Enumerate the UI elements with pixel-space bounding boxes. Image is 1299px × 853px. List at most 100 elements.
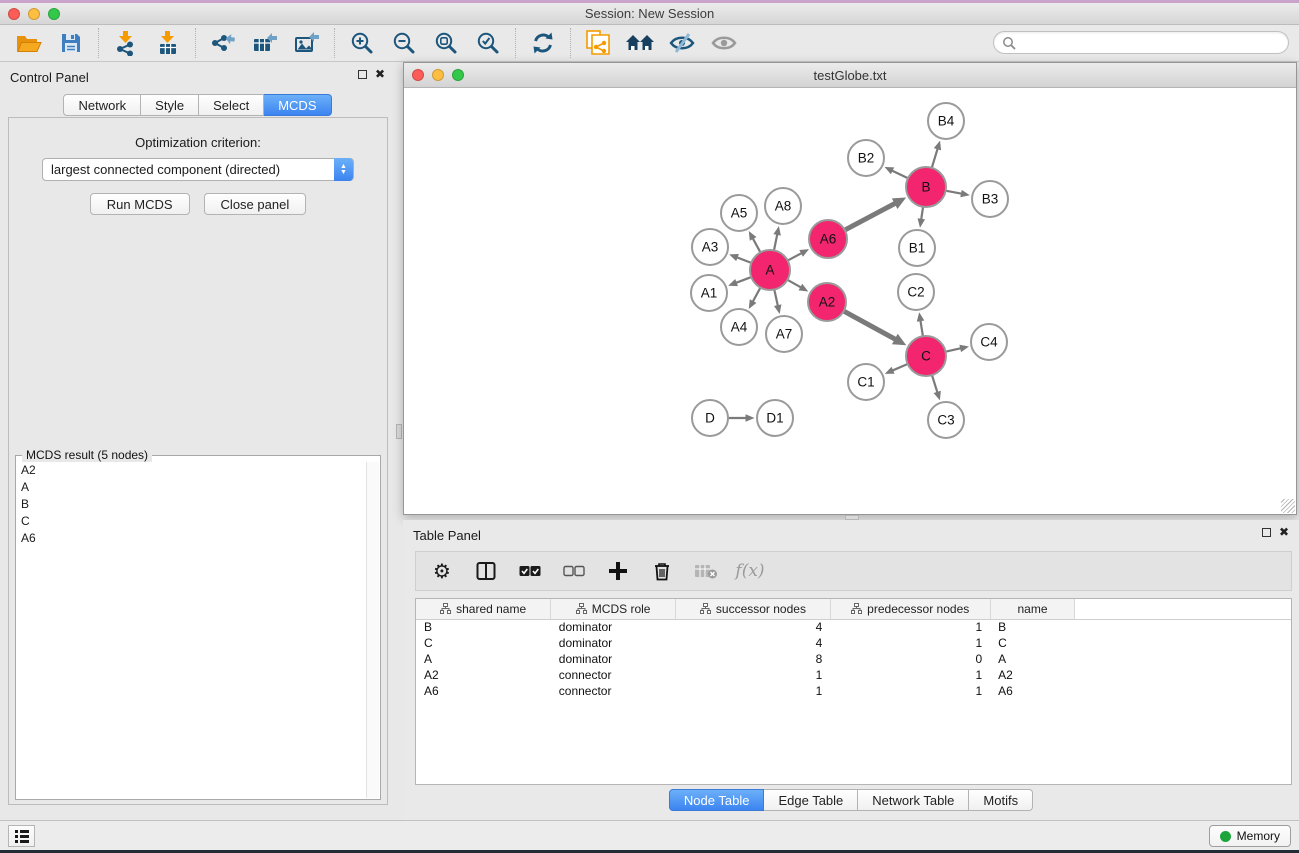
table-row[interactable]: A2connector11A2 xyxy=(416,667,1291,683)
search-input[interactable] xyxy=(1016,36,1266,50)
graph-edge-B-B2 xyxy=(891,170,908,178)
tab-style[interactable]: Style xyxy=(141,94,199,116)
mcds-result-item[interactable]: A2 xyxy=(17,462,365,479)
import-table-icon[interactable] xyxy=(153,28,183,58)
graph-edge-B-B1 xyxy=(921,207,923,221)
zoom-selected-icon[interactable] xyxy=(473,28,503,58)
destroy-table-icon[interactable] xyxy=(694,559,718,583)
dropdown-stepper-icon: ▲▼ xyxy=(334,158,353,181)
column-header-successor-nodes[interactable]: successor nodes xyxy=(676,599,831,619)
column-header-predecessor-nodes[interactable]: predecessor nodes xyxy=(830,599,990,619)
select-all-rows-icon[interactable] xyxy=(518,559,542,583)
tab-network[interactable]: Network xyxy=(63,94,141,116)
column-header-shared-name[interactable]: shared name xyxy=(416,599,551,619)
graph-edge-C-C1 xyxy=(891,364,907,371)
graph-edge-A-A1 xyxy=(735,277,752,283)
add-column-icon[interactable] xyxy=(606,559,630,583)
hide-selected-icon[interactable] xyxy=(667,28,697,58)
first-neighbors-icon[interactable] xyxy=(625,28,655,58)
show-all-icon[interactable] xyxy=(709,28,739,58)
graph-node-label: B2 xyxy=(858,151,875,166)
delete-columns-icon[interactable] xyxy=(650,559,674,583)
table-panel-title: Table Panel xyxy=(413,528,481,543)
float-panel-icon[interactable] xyxy=(358,70,367,79)
deselect-all-rows-icon[interactable] xyxy=(562,559,586,583)
control-panel-title: Control Panel xyxy=(10,70,89,85)
column-header-name[interactable]: name xyxy=(990,599,1075,619)
table-row[interactable]: Cdominator41C xyxy=(416,635,1291,651)
export-table-icon[interactable] xyxy=(250,28,280,58)
zoom-in-icon[interactable] xyxy=(347,28,377,58)
table-toolbar: ⚙ f(x) xyxy=(415,551,1292,591)
export-image-icon[interactable] xyxy=(292,28,322,58)
mcds-result-item[interactable]: C xyxy=(17,513,365,530)
table-row[interactable]: Bdominator41B xyxy=(416,619,1291,635)
criterion-dropdown[interactable]: largest connected component (directed) ▲… xyxy=(42,158,354,181)
float-table-panel-icon[interactable] xyxy=(1262,528,1271,537)
close-table-panel-icon[interactable]: ✖ xyxy=(1279,528,1289,537)
tab-mcds[interactable]: MCDS xyxy=(264,94,331,116)
memory-button[interactable]: Memory xyxy=(1209,825,1291,847)
open-session-icon[interactable] xyxy=(14,28,44,58)
graph-edge-A-A6 xyxy=(788,252,803,260)
table-row[interactable]: Adominator80A xyxy=(416,651,1291,667)
graph-node-label: C4 xyxy=(980,335,998,350)
mcds-result-item[interactable]: A xyxy=(17,479,365,496)
close-panel-icon[interactable]: ✖ xyxy=(375,70,385,79)
session-title: Session: New Session xyxy=(0,6,1299,21)
column-header-mcds-role[interactable]: MCDS role xyxy=(551,599,676,619)
save-session-icon[interactable] xyxy=(56,28,86,58)
zoom-out-icon[interactable] xyxy=(389,28,419,58)
export-network-icon[interactable] xyxy=(208,28,238,58)
mcds-panel: Optimization criterion: largest connecte… xyxy=(8,117,388,805)
apply-layout-icon[interactable] xyxy=(528,28,558,58)
tab-select[interactable]: Select xyxy=(199,94,264,116)
graph-edge-A6-B xyxy=(845,203,897,230)
run-mcds-button[interactable]: Run MCDS xyxy=(90,193,190,215)
application-window: Session: New Session xyxy=(0,0,1299,853)
network-view-window: testGlobe.txt AA1A2A3A4A5A6A7A8BB1B2B3B4… xyxy=(403,62,1297,515)
graph-edge-A-A7 xyxy=(774,290,778,308)
graph-edge-B-B4 xyxy=(932,147,938,168)
close-panel-button[interactable]: Close panel xyxy=(204,193,307,215)
tab-edge-table[interactable]: Edge Table xyxy=(764,789,858,811)
mcds-result-item[interactable]: A6 xyxy=(17,530,365,547)
import-network-icon[interactable] xyxy=(111,28,141,58)
column-visibility-icon[interactable] xyxy=(474,559,498,583)
optimization-criterion-label: Optimization criterion: xyxy=(9,135,387,150)
memory-label: Memory xyxy=(1237,829,1280,843)
graph-node-label: B xyxy=(921,180,930,195)
vertical-split-handle[interactable] xyxy=(396,424,402,439)
task-history-button[interactable] xyxy=(8,825,35,847)
network-canvas[interactable]: AA1A2A3A4A5A6A7A8BB1B2B3B4CC1C2C3C4DD1 xyxy=(404,89,1296,514)
table-tabs: Node TableEdge TableNetwork TableMotifs xyxy=(403,789,1299,811)
table-panel: Table Panel ✖ ⚙ xyxy=(403,520,1299,820)
tab-network-table[interactable]: Network Table xyxy=(858,789,969,811)
task-list-icon xyxy=(15,830,29,843)
toolbar-separator xyxy=(515,28,516,58)
attribute-settings-icon[interactable]: ⚙ xyxy=(430,559,454,583)
function-builder-icon[interactable]: f(x) xyxy=(738,559,762,583)
mcds-result-list[interactable]: A2ABCA6 xyxy=(17,462,365,798)
window-resize-grip[interactable] xyxy=(1281,499,1295,513)
control-panel: Control Panel ✖ NetworkStyleSelectMCDS O… xyxy=(0,62,395,820)
new-network-from-selection-icon[interactable] xyxy=(583,28,613,58)
network-graph[interactable]: AA1A2A3A4A5A6A7A8BB1B2B3B4CC1C2C3C4DD1 xyxy=(404,89,1296,514)
zoom-fit-icon[interactable] xyxy=(431,28,461,58)
graph-node-label: A1 xyxy=(701,286,718,301)
main-toolbar xyxy=(0,25,1299,62)
status-bar: Memory xyxy=(0,820,1299,850)
graph-node-label: A2 xyxy=(819,295,836,310)
table-row[interactable]: A6connector11A6 xyxy=(416,683,1291,699)
memory-status-icon xyxy=(1220,831,1231,842)
network-window-titlebar[interactable]: testGlobe.txt xyxy=(404,63,1296,88)
search-field[interactable] xyxy=(993,31,1289,54)
graph-edge-A-A8 xyxy=(774,233,778,250)
tab-motifs[interactable]: Motifs xyxy=(969,789,1033,811)
graph-edge-A-A3 xyxy=(736,257,752,263)
graph-node-label: A xyxy=(765,263,774,278)
mcds-result-item[interactable]: B xyxy=(17,496,365,513)
tab-node-table[interactable]: Node Table xyxy=(669,789,765,811)
mcds-result-scrollbar[interactable] xyxy=(366,462,379,798)
mcds-result-group: MCDS result (5 nodes) A2ABCA6 xyxy=(15,455,381,800)
